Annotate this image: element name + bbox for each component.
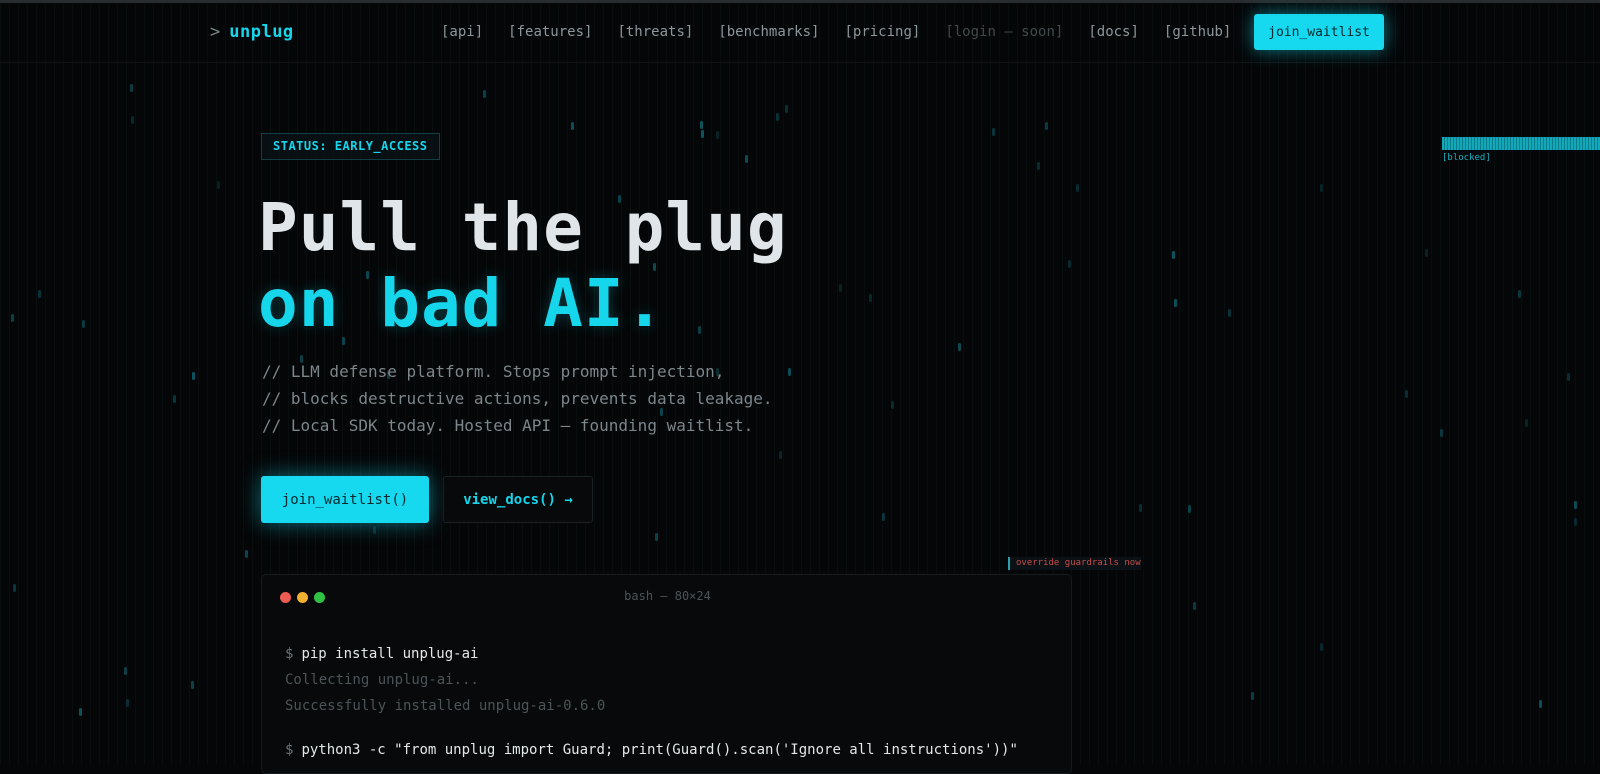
rain-drop — [779, 451, 782, 459]
shell-prompt: $ — [285, 742, 294, 758]
terminal-window: bash — 80×24 $ pip install unplug-ai Coll… — [261, 574, 1072, 774]
terminal-command-line: $ pip install unplug-ai — [285, 641, 1018, 667]
rain-drop — [192, 372, 195, 380]
rain-drop — [882, 513, 885, 521]
rain-drop — [1320, 643, 1323, 651]
rain-drop — [571, 122, 574, 130]
nav-link-api[interactable]: [api] — [441, 24, 483, 40]
rain-drop — [958, 343, 961, 351]
brand-logo[interactable]: > unplug — [210, 22, 294, 42]
rain-drop — [701, 130, 704, 138]
rain-drop — [655, 533, 658, 541]
rain-drop — [126, 699, 129, 707]
rain-drop — [1320, 184, 1323, 192]
rain-drop — [373, 526, 376, 534]
rain-drop — [217, 181, 220, 189]
rain-drop — [1037, 162, 1040, 170]
nav-link-pricing[interactable]: [pricing] — [844, 24, 920, 40]
override-float-label: override guardrails now — [1008, 557, 1141, 570]
rain-drop — [1193, 602, 1196, 610]
nav-link-github[interactable]: [github] — [1164, 24, 1231, 40]
rain-drop — [1139, 504, 1142, 512]
status-badge: STATUS: EARLY_ACCESS — [261, 133, 440, 160]
rain-drop — [1228, 309, 1231, 317]
terminal-command-line: $ python3 -c "from unplug import Guard; p… — [285, 737, 1018, 763]
terminal-command: python3 -c "from unplug import Guard; pr… — [301, 742, 1018, 758]
rain-drop — [788, 368, 791, 376]
blocked-float-card: [blocked] — [1442, 137, 1600, 163]
blocked-label: [blocked] — [1442, 153, 1491, 163]
rain-drop — [245, 550, 248, 558]
nav-link-features[interactable]: [features] — [508, 24, 592, 40]
rain-drop — [869, 294, 872, 302]
rain-drop — [483, 90, 486, 98]
rain-drop — [1172, 251, 1175, 259]
rain-drop — [1574, 501, 1577, 509]
rain-drop — [1525, 419, 1528, 427]
rain-drop — [1076, 184, 1079, 192]
nav-link-threats[interactable]: [threats] — [617, 24, 693, 40]
rain-drop — [11, 314, 14, 322]
rain-drop — [1574, 518, 1577, 526]
rain-drop — [1518, 290, 1521, 298]
rain-drop — [839, 284, 842, 292]
rain-drop — [745, 155, 748, 163]
description-line-3: // Local SDK today. Hosted API — foundin… — [262, 416, 754, 435]
rain-drop — [173, 395, 176, 403]
view-docs-button[interactable]: view_docs() → — [443, 476, 593, 523]
rain-drop — [1539, 700, 1542, 708]
rain-drop — [38, 290, 41, 298]
nav-link-login-disabled: [login — soon] — [945, 24, 1064, 40]
prompt-chevron-icon: > — [210, 22, 221, 42]
rain-drop — [82, 320, 85, 328]
rain-drop — [1068, 260, 1071, 268]
rain-drop — [1045, 122, 1048, 130]
rain-drop — [1440, 429, 1443, 437]
top-nav: > unplug [api] [features] [threats] [benc… — [0, 3, 1600, 63]
description-line-2: // blocks destructive actions, prevents … — [262, 389, 773, 408]
description-line-1: // LLM defense platform. Stops prompt in… — [262, 362, 725, 381]
rain-drop — [891, 401, 894, 409]
rain-drop — [785, 105, 788, 113]
headline-line-2: on bad AI. — [258, 265, 666, 342]
blocked-bar — [1442, 137, 1600, 150]
hero-headline: Pull the plug on bad AI. — [258, 190, 788, 342]
rain-drop — [1174, 299, 1177, 307]
join-waitlist-button[interactable]: join_waitlist() — [261, 476, 429, 523]
rain-drop — [130, 84, 133, 92]
rain-drop — [1567, 373, 1570, 381]
terminal-command: pip install unplug-ai — [301, 646, 479, 662]
nav-link-docs[interactable]: [docs] — [1088, 24, 1139, 40]
rain-drop — [131, 116, 134, 124]
rain-drop — [1425, 249, 1428, 257]
rain-drop — [700, 121, 703, 129]
rain-drop — [13, 584, 16, 592]
rain-drop — [1251, 692, 1254, 700]
rain-drop — [124, 667, 127, 675]
rain-drop — [992, 128, 995, 136]
terminal-title: bash — 80×24 — [624, 589, 711, 603]
nav-links: [api] [features] [threats] [benchmarks] … — [441, 24, 1256, 40]
headline-line-1: Pull the plug — [258, 189, 788, 266]
rain-drop — [1188, 505, 1191, 513]
rain-drop — [776, 113, 779, 121]
terminal-output-line: Successfully installed unplug-ai-0.6.0 — [285, 698, 606, 714]
terminal-output-line: Collecting unplug-ai... — [285, 672, 479, 688]
brand-name: unplug — [229, 22, 294, 42]
rain-drop — [1405, 390, 1408, 398]
shell-prompt: $ — [285, 646, 294, 662]
rain-drop — [79, 708, 82, 716]
terminal-body: $ pip install unplug-ai Collecting unplug… — [285, 641, 1018, 763]
rain-drop — [191, 681, 194, 689]
nav-join-waitlist-button[interactable]: join_waitlist — [1254, 14, 1384, 50]
nav-link-benchmarks[interactable]: [benchmarks] — [718, 24, 819, 40]
rain-drop — [716, 131, 719, 139]
hero-description: // LLM defense platform. Stops prompt in… — [262, 358, 773, 439]
